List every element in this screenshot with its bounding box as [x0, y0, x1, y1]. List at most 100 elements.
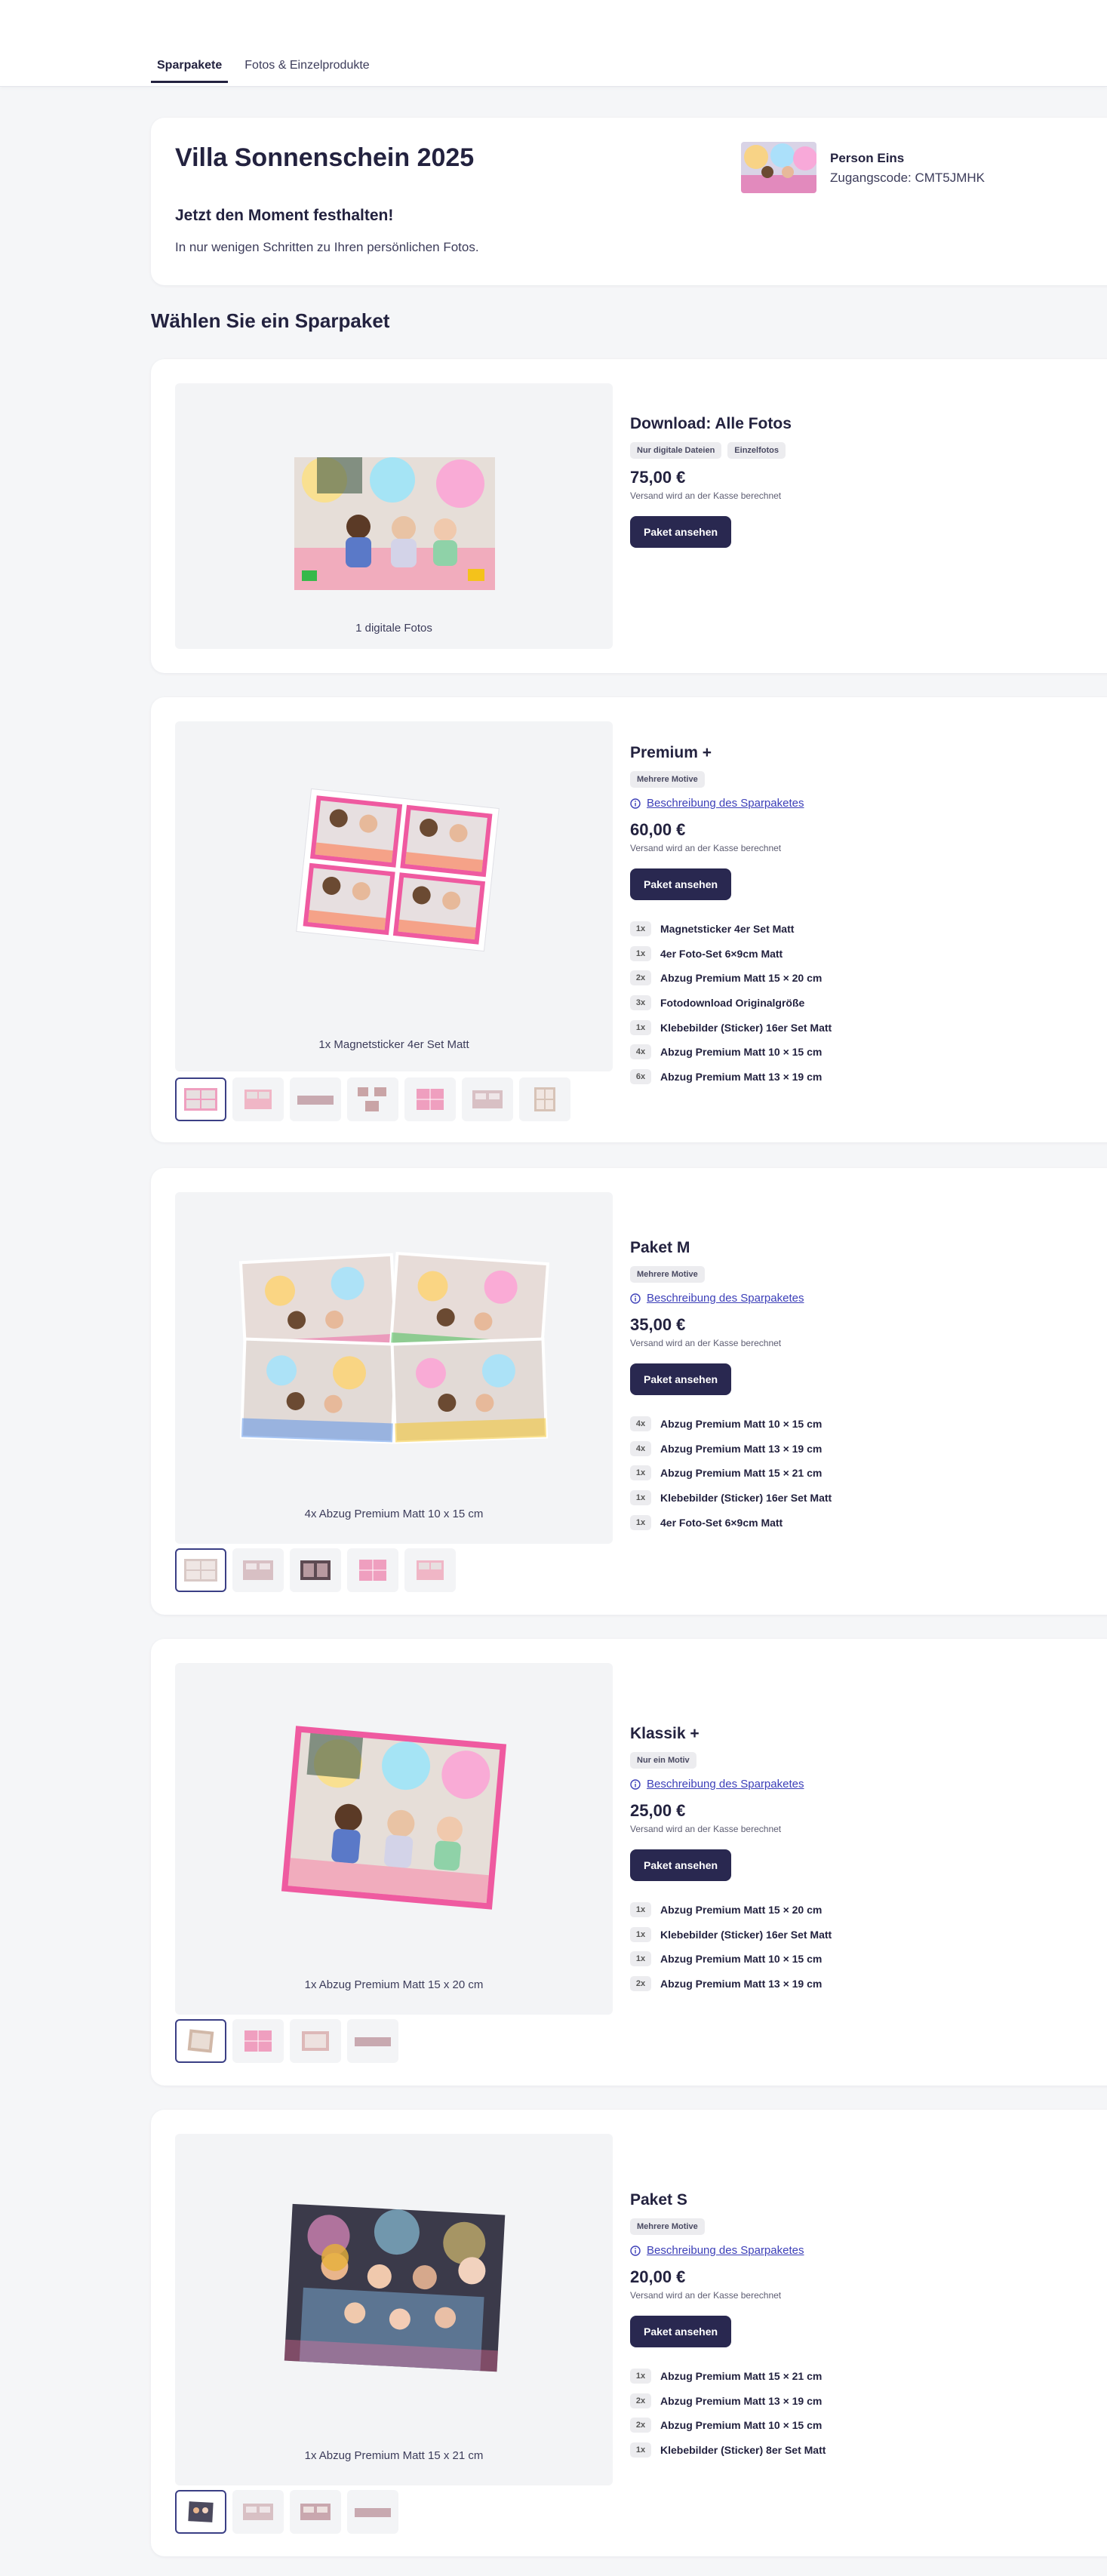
thumbnail[interactable]: [290, 2019, 341, 2063]
thumbnail-strip: [175, 1077, 570, 1121]
package-title: Klassik +: [630, 1725, 700, 1742]
package-items: 1x Abzug Premium Matt 15 × 21 cm 2x Abzug …: [630, 2364, 826, 2462]
thumbnail[interactable]: [404, 1077, 456, 1121]
thumbnail[interactable]: [175, 2019, 226, 2063]
view-package-button[interactable]: Paket ansehen: [630, 1363, 732, 1395]
list-item: 3x Fotodownload Originalgröße: [630, 991, 832, 1016]
thumbnail[interactable]: [462, 1077, 513, 1121]
item-label: Abzug Premium Matt 10 × 15 cm: [660, 1953, 823, 1966]
item-label: Abzug Premium Matt 13 × 19 cm: [660, 2394, 823, 2407]
item-quantity: 3x: [630, 995, 651, 1011]
badge: Mehrere Motive: [630, 771, 705, 788]
item-label: Klebebilder (Sticker) 16er Set Matt: [660, 1928, 832, 1941]
package-badges: Mehrere Motive: [630, 2218, 826, 2235]
thumbnail[interactable]: [232, 2019, 284, 2063]
thumbnail[interactable]: [404, 1548, 456, 1592]
package-title: Premium +: [630, 744, 712, 761]
package-items: 1x Magnetsticker 4er Set Matt 1x 4er Foto-…: [630, 917, 832, 1089]
item-quantity: 1x: [630, 2442, 651, 2458]
package-badges: Nur ein Motiv: [630, 1752, 832, 1769]
thumbnail[interactable]: [347, 2490, 398, 2534]
item-label: Abzug Premium Matt 10 × 15 cm: [660, 2419, 823, 2432]
item-quantity: 2x: [630, 2393, 651, 2408]
package-price: 35,00 €: [630, 1315, 686, 1334]
view-package-button[interactable]: Paket ansehen: [630, 1849, 732, 1881]
package-description-link[interactable]: Beschreibung des Sparpaketes: [630, 1292, 832, 1305]
item-label: Abzug Premium Matt 13 × 19 cm: [660, 1442, 823, 1455]
package-info: Paket M Mehrere Motive Beschreibung des …: [630, 1239, 832, 1535]
thumbnail[interactable]: [175, 1548, 226, 1592]
thumbnail[interactable]: [232, 1548, 284, 1592]
item-label: Klebebilder (Sticker) 16er Set Matt: [660, 1021, 832, 1034]
item-label: Klebebilder (Sticker) 16er Set Matt: [660, 1492, 832, 1505]
item-quantity: 6x: [630, 1068, 651, 1084]
thumbnail[interactable]: [347, 2019, 398, 2063]
item-label: Magnetsticker 4er Set Matt: [660, 923, 795, 936]
list-item: 1x Magnetsticker 4er Set Matt: [630, 917, 832, 942]
shipping-note: Versand wird an der Kasse berechnet: [630, 1824, 782, 1834]
package-description-link[interactable]: Beschreibung des Sparpaketes: [630, 797, 832, 810]
list-item: 1x Abzug Premium Matt 15 × 20 cm: [630, 1898, 832, 1923]
package-photo: [294, 457, 495, 590]
list-item: 1x Klebebilder (Sticker) 16er Set Matt: [630, 1923, 832, 1947]
package-info: Premium + Mehrere Motive Beschreibung de…: [630, 744, 832, 1089]
description-link-label: Beschreibung des Sparpaketes: [647, 1292, 804, 1305]
thumbnail[interactable]: [175, 1077, 226, 1121]
list-item: 2x Abzug Premium Matt 10 × 15 cm: [630, 2413, 826, 2438]
package-description-link[interactable]: Beschreibung des Sparpaketes: [630, 2244, 826, 2257]
thumbnail[interactable]: [347, 1548, 398, 1592]
tab-fotos-einzelprodukte[interactable]: Fotos & Einzelprodukte: [238, 59, 375, 83]
badge: Nur digitale Dateien: [630, 442, 722, 459]
view-package-button[interactable]: Paket ansehen: [630, 516, 732, 548]
item-quantity: 1x: [630, 1926, 651, 1942]
package-title: Paket M: [630, 1239, 690, 1256]
tab-sparpakete[interactable]: Sparpakete: [151, 59, 229, 83]
package-price: 60,00 €: [630, 820, 686, 839]
package-caption: 1x Magnetsticker 4er Set Matt: [318, 1038, 469, 1051]
event-description: In nur wenigen Schritten zu Ihren persön…: [175, 240, 479, 254]
badge: Nur ein Motiv: [630, 1752, 696, 1769]
view-package-button[interactable]: Paket ansehen: [630, 868, 732, 900]
list-item: 4x Abzug Premium Matt 10 × 15 cm: [630, 1040, 832, 1065]
list-item: 4x Abzug Premium Matt 10 × 15 cm: [630, 1412, 832, 1437]
shipping-note: Versand wird an der Kasse berechnet: [630, 490, 782, 501]
item-label: Abzug Premium Matt 15 × 20 cm: [660, 1904, 823, 1917]
thumbnail[interactable]: [290, 1548, 341, 1592]
item-label: Abzug Premium Matt 13 × 19 cm: [660, 1978, 823, 1990]
package-badges: Mehrere Motive: [630, 1266, 832, 1283]
thumbnail[interactable]: [175, 2490, 226, 2534]
item-quantity: 2x: [630, 2418, 651, 2433]
shipping-note: Versand wird an der Kasse berechnet: [630, 2290, 782, 2301]
package-image-area: 1x Magnetsticker 4er Set Matt: [175, 721, 613, 1071]
list-item: 1x Klebebilder (Sticker) 16er Set Matt: [630, 1486, 832, 1511]
package-items: 4x Abzug Premium Matt 10 × 15 cm 4x Abzug …: [630, 1412, 832, 1535]
thumbnail[interactable]: [232, 1077, 284, 1121]
item-label: Abzug Premium Matt 15 × 21 cm: [660, 2370, 823, 2383]
view-package-button[interactable]: Paket ansehen: [630, 2316, 732, 2347]
item-quantity: 4x: [630, 1440, 651, 1456]
item-quantity: 1x: [630, 2369, 651, 2384]
item-label: Abzug Premium Matt 10 × 15 cm: [660, 1046, 823, 1059]
list-item: 2x Abzug Premium Matt 13 × 19 cm: [630, 2389, 826, 2414]
list-item: 1x Abzug Premium Matt 15 × 21 cm: [630, 1461, 832, 1486]
package-info: Paket S Mehrere Motive Beschreibung des …: [630, 2191, 826, 2462]
thumbnail[interactable]: [519, 1077, 570, 1121]
info-icon: [630, 798, 641, 809]
thumbnail[interactable]: [232, 2490, 284, 2534]
list-item: 4x Abzug Premium Matt 13 × 19 cm: [630, 1437, 832, 1462]
list-item: 1x Abzug Premium Matt 15 × 21 cm: [630, 2364, 826, 2389]
badge: Mehrere Motive: [630, 1266, 705, 1283]
thumbnail[interactable]: [347, 1077, 398, 1121]
package-image-area: 1 digitale Fotos: [175, 383, 613, 649]
item-quantity: 1x: [630, 921, 651, 937]
package-badges: Nur digitale Dateien Einzelfotos: [630, 442, 792, 459]
item-quantity: 1x: [630, 1951, 651, 1967]
thumbnail[interactable]: [290, 2490, 341, 2534]
package-description-link[interactable]: Beschreibung des Sparpaketes: [630, 1778, 832, 1791]
item-quantity: 2x: [630, 970, 651, 986]
package-price: 25,00 €: [630, 1801, 686, 1820]
list-item: 1x Abzug Premium Matt 10 × 15 cm: [630, 1947, 832, 1972]
package-photo: [281, 1726, 507, 1910]
item-label: Fotodownload Originalgröße: [660, 997, 805, 1010]
thumbnail[interactable]: [290, 1077, 341, 1121]
